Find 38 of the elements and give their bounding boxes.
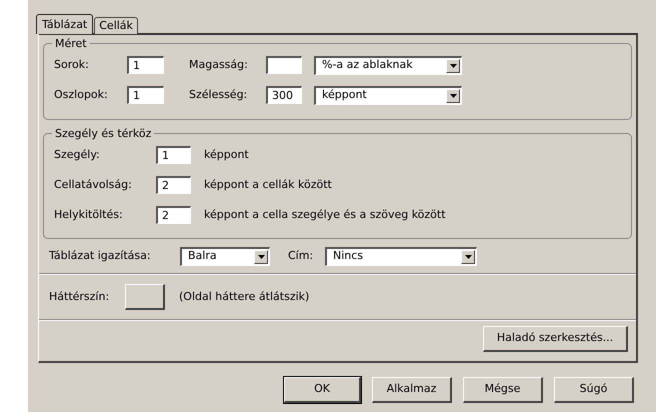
input-field[interactable]: 1 xyxy=(127,56,164,74)
input-field[interactable]: 300 xyxy=(266,86,302,104)
field-label: Magasság: xyxy=(189,56,249,73)
field-label: Háttérszín: xyxy=(49,288,110,305)
field-label: Táblázat igazítása: xyxy=(49,248,152,264)
input-field[interactable]: 1 xyxy=(127,86,164,104)
dialog-button[interactable]: Mégse xyxy=(463,377,543,403)
tab[interactable]: Táblázat xyxy=(36,14,94,34)
field-note: (Oldal háttere átlátszik) xyxy=(179,288,310,305)
dropdown-arrow-icon xyxy=(464,254,472,258)
group-title: Szegély és térköz xyxy=(52,126,154,142)
field-note: képpont a cella szegélye és a szöveg között xyxy=(204,206,446,223)
dialog-button[interactable]: Súgó xyxy=(554,377,634,403)
input-field[interactable]: 2 xyxy=(156,176,191,194)
field-note: képpont a cellák között xyxy=(204,176,332,193)
field-label: Cellatávolság: xyxy=(54,176,133,193)
dialog-button[interactable]: Alkalmaz xyxy=(372,377,452,403)
dropdown[interactable]: %-a az ablaknak xyxy=(314,56,462,74)
dropdown-arrow-icon xyxy=(450,64,456,68)
dropdown-arrow-icon xyxy=(450,94,456,98)
dropdown[interactable]: képpont xyxy=(314,86,462,104)
advanced-edit-button[interactable]: Haladó szerkesztés... xyxy=(483,326,628,352)
field-label: Sorok: xyxy=(54,56,90,73)
field-label: Szélesség: xyxy=(189,86,248,103)
color-button[interactable] xyxy=(125,284,165,310)
field-label: Oszlopok: xyxy=(54,86,109,103)
field-label: Cím: xyxy=(288,248,314,264)
field-label: Helykitöltés: xyxy=(54,206,124,223)
dropdown-arrow-icon xyxy=(258,254,264,258)
field-note: képpont xyxy=(204,146,249,163)
input-field[interactable]: 2 xyxy=(156,206,191,224)
dropdown[interactable]: Nincs xyxy=(325,246,477,266)
input-field[interactable] xyxy=(266,56,302,74)
field-label: Szegély: xyxy=(54,146,101,163)
dropdown[interactable]: Balra xyxy=(180,246,270,266)
tab[interactable]: Cellák xyxy=(94,17,138,34)
input-field[interactable]: 1 xyxy=(156,146,191,164)
dialog-button[interactable]: OK xyxy=(284,377,361,403)
